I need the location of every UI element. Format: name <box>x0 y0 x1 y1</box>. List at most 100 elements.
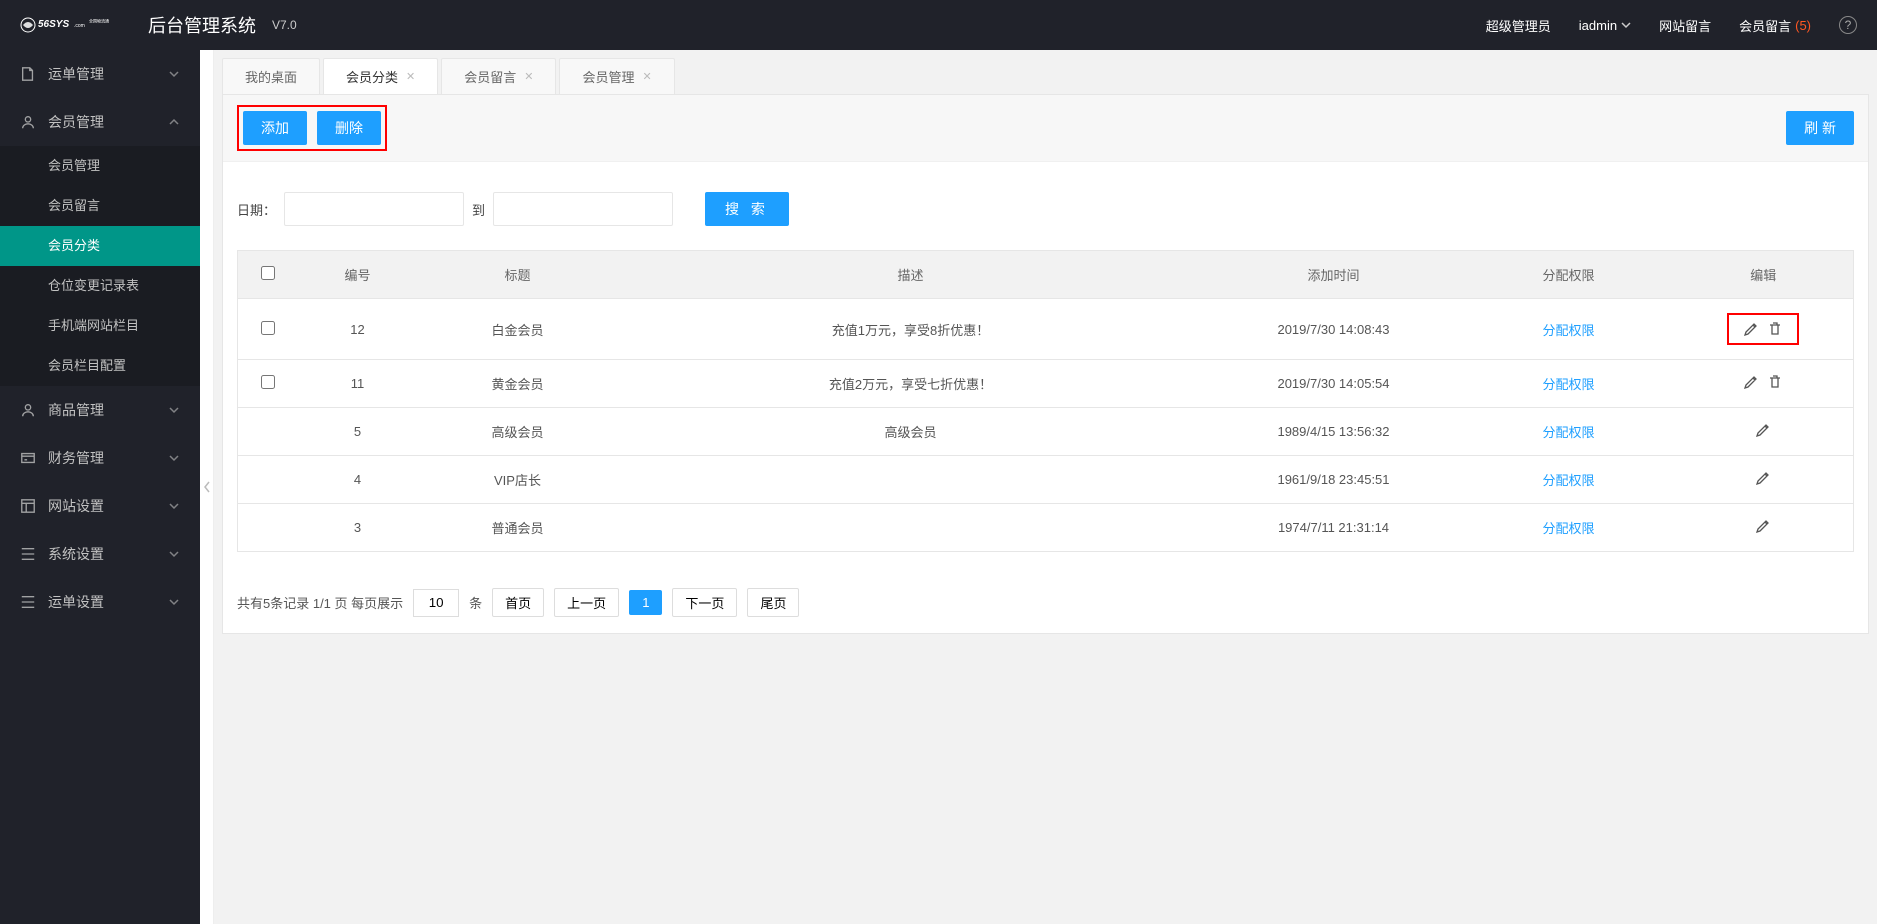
sidebar-item[interactable]: 会员管理 <box>0 98 200 146</box>
chevron-down-icon <box>168 548 180 560</box>
sidebar-item-label: 运单设置 <box>48 592 168 612</box>
chevron-left-icon <box>202 480 212 494</box>
sidebar-item[interactable]: 系统设置 <box>0 530 200 578</box>
toolbar-left-highlight: 添加 删除 <box>237 105 387 151</box>
add-button[interactable]: 添加 <box>243 111 307 145</box>
row-desc: 高级会员 <box>618 408 1204 456</box>
assign-perm-link[interactable]: 分配权限 <box>1542 377 1594 392</box>
submenu-item[interactable]: 会员分类 <box>0 226 200 266</box>
svg-text:.com: .com <box>74 23 85 29</box>
row-checkbox[interactable] <box>261 375 275 389</box>
row-edit <box>1674 456 1854 504</box>
row-desc <box>618 504 1204 552</box>
svg-text:全国物流通: 全国物流通 <box>89 18 109 24</box>
date-to-label: 到 <box>472 200 485 219</box>
first-page-button[interactable]: 首页 <box>492 588 544 617</box>
member-msg-label: 会员留言 <box>1739 16 1791 35</box>
row-checkbox[interactable] <box>261 321 275 335</box>
svg-text:56SYS: 56SYS <box>38 19 69 30</box>
row-edit <box>1674 360 1854 408</box>
header-title: 标题 <box>418 251 618 299</box>
search-button[interactable]: 搜 索 <box>705 192 789 226</box>
row-checkbox-cell <box>238 456 298 504</box>
row-perm: 分配权限 <box>1464 408 1674 456</box>
submenu-item[interactable]: 会员栏目配置 <box>0 346 200 386</box>
edit-icon[interactable] <box>1755 470 1771 486</box>
delete-icon[interactable] <box>1767 321 1783 337</box>
main-container: 运单管理 会员管理 会员管理会员留言会员分类仓位变更记录表手机端网站栏目会员栏目… <box>0 50 1877 924</box>
tab[interactable]: 我的桌面 <box>222 58 320 94</box>
tab-label: 会员留言 <box>464 67 516 86</box>
chevron-down-icon <box>168 404 180 416</box>
date-to-input[interactable] <box>493 192 673 226</box>
sidebar-item[interactable]: 商品管理 <box>0 386 200 434</box>
next-page-button[interactable]: 下一页 <box>672 588 737 617</box>
assign-perm-link[interactable]: 分配权限 <box>1542 323 1594 338</box>
sidebar-item[interactable]: 运单设置 <box>0 578 200 626</box>
close-icon[interactable]: ✕ <box>524 70 533 83</box>
toolbar: 添加 删除 刷 新 <box>223 95 1868 162</box>
assign-perm-link[interactable]: 分配权限 <box>1542 473 1594 488</box>
help-icon[interactable]: ? <box>1839 16 1857 34</box>
member-messages-link[interactable]: 会员留言 (5) <box>1739 16 1811 35</box>
date-from-input[interactable] <box>284 192 464 226</box>
row-id: 12 <box>298 299 418 360</box>
sidebar-item[interactable]: 财务管理 <box>0 434 200 482</box>
chevron-down-icon <box>168 596 180 608</box>
tab[interactable]: 会员留言 ✕ <box>441 58 556 94</box>
user2-icon <box>20 402 36 418</box>
layout-icon <box>20 498 36 514</box>
row-edit <box>1674 504 1854 552</box>
user-icon <box>20 114 36 130</box>
refresh-button[interactable]: 刷 新 <box>1786 111 1854 145</box>
edit-icon[interactable] <box>1743 321 1759 337</box>
row-checkbox-cell <box>238 408 298 456</box>
edit-icon[interactable] <box>1755 518 1771 534</box>
system-title: 后台管理系统 <box>148 12 256 38</box>
sidebar-item-label: 运单管理 <box>48 64 168 84</box>
sidebar-collapse-handle[interactable] <box>200 50 214 924</box>
header-checkbox-cell <box>238 251 298 299</box>
row-id: 11 <box>298 360 418 408</box>
row-desc: 充值2万元，享受七折优惠！ <box>618 360 1204 408</box>
chevron-down-icon <box>168 68 180 80</box>
tab[interactable]: 会员分类 ✕ <box>323 58 438 94</box>
submenu-item[interactable]: 会员管理 <box>0 146 200 186</box>
last-page-button[interactable]: 尾页 <box>747 588 799 617</box>
row-perm: 分配权限 <box>1464 456 1674 504</box>
select-all-checkbox[interactable] <box>261 266 275 280</box>
user-dropdown[interactable]: iadmin <box>1579 18 1631 33</box>
row-checkbox-cell <box>238 299 298 360</box>
header-time: 添加时间 <box>1204 251 1464 299</box>
content-panel: 添加 删除 刷 新 日期： 到 搜 索 <box>222 94 1869 634</box>
per-page-input[interactable] <box>413 589 459 617</box>
header-right: 超级管理员 iadmin 网站留言 会员留言 (5) ? <box>1486 16 1857 35</box>
submenu-item[interactable]: 仓位变更记录表 <box>0 266 200 306</box>
edit-icon[interactable] <box>1755 422 1771 438</box>
site-messages-link[interactable]: 网站留言 <box>1659 16 1711 35</box>
sidebar-item-label: 商品管理 <box>48 400 168 420</box>
close-icon[interactable]: ✕ <box>406 70 415 83</box>
sidebar-item-label: 系统设置 <box>48 544 168 564</box>
tab-label: 会员分类 <box>346 67 398 86</box>
delete-button[interactable]: 删除 <box>317 111 381 145</box>
sidebar-item[interactable]: 网站设置 <box>0 482 200 530</box>
sidebar-item[interactable]: 运单管理 <box>0 50 200 98</box>
assign-perm-link[interactable]: 分配权限 <box>1542 425 1594 440</box>
close-icon[interactable]: ✕ <box>643 70 652 83</box>
row-time: 1961/9/18 23:45:51 <box>1204 456 1464 504</box>
row-checkbox-cell <box>238 360 298 408</box>
page-1-button[interactable]: 1 <box>629 590 662 615</box>
prev-page-button[interactable]: 上一页 <box>554 588 619 617</box>
doc-icon <box>20 66 36 82</box>
tab[interactable]: 会员管理✕ <box>559 58 674 94</box>
delete-icon[interactable] <box>1767 374 1783 390</box>
table-wrap: 编号 标题 描述 添加时间 分配权限 编辑 12 白金会员 充值1万元，享受8折… <box>223 250 1868 572</box>
header-id: 编号 <box>298 251 418 299</box>
row-time: 2019/7/30 14:05:54 <box>1204 360 1464 408</box>
edit-icon[interactable] <box>1743 374 1759 390</box>
submenu-item[interactable]: 手机端网站栏目 <box>0 306 200 346</box>
submenu-item[interactable]: 会员留言 <box>0 186 200 226</box>
pagination: 共有5条记录 1/1 页 每页展示 条 首页 上一页 1 下一页 尾页 <box>223 572 1868 633</box>
assign-perm-link[interactable]: 分配权限 <box>1542 521 1594 536</box>
